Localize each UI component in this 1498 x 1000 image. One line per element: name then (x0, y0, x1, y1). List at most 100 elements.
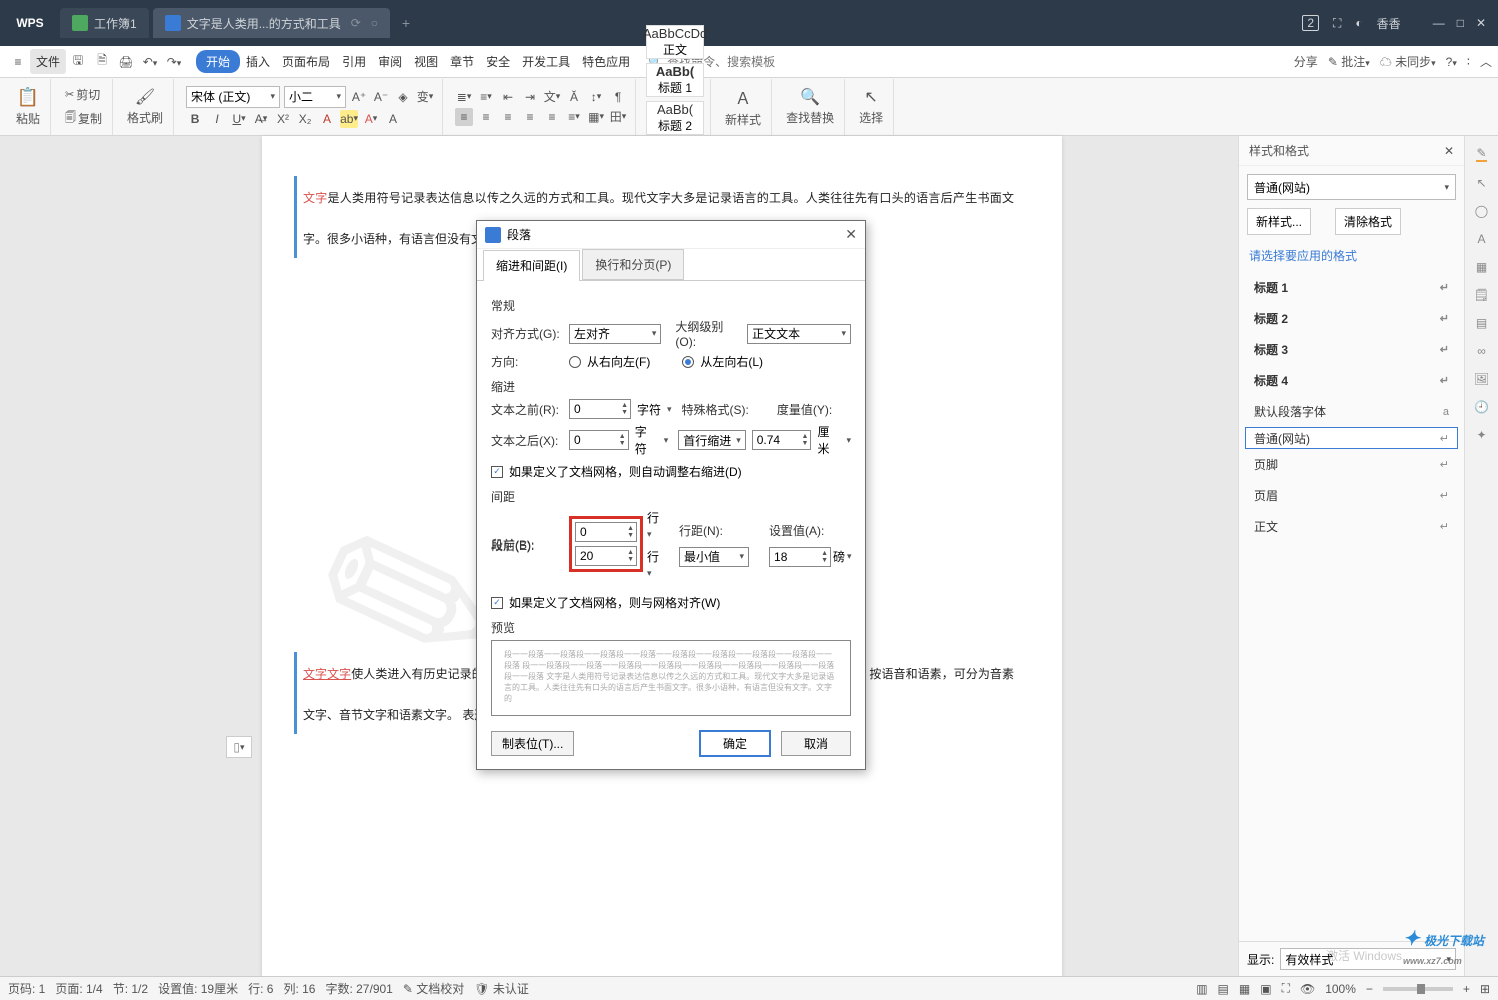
image-icon[interactable]: 🖼 (1474, 372, 1489, 386)
print-icon[interactable]: 🖨 (114, 55, 138, 69)
text-direction-icon[interactable]: 文▾ (543, 88, 561, 106)
style-heading2[interactable]: AaBb(标题 2 (646, 101, 704, 135)
menu-start[interactable]: 开始 (196, 50, 240, 73)
show-marks-icon[interactable]: ¶ (609, 88, 627, 106)
zoom-in-icon[interactable]: + (1463, 982, 1470, 996)
format-painter-button[interactable]: 🖌格式刷 (123, 85, 167, 128)
find-replace-button[interactable]: 🔍查找替换 (782, 85, 838, 128)
cancel-button[interactable]: 取消 (781, 731, 851, 756)
print-preview-icon[interactable]: 🗎 (90, 51, 114, 72)
borders-icon[interactable]: 田▾ (609, 108, 627, 126)
style-normal[interactable]: AaBbCcDd正文 (646, 25, 704, 59)
ok-button[interactable]: 确定 (699, 730, 771, 757)
help-icon[interactable]: ?▾ (1446, 55, 1457, 69)
after-text-spinner[interactable]: 0▲▼ (569, 430, 629, 450)
increase-indent-icon[interactable]: ⇥ (521, 88, 539, 106)
menu-review[interactable]: 审阅 (372, 49, 408, 74)
shading-icon[interactable]: ▦▾ (587, 108, 605, 126)
decrease-font-icon[interactable]: A⁻ (372, 88, 390, 106)
select-button[interactable]: ↖选择 (855, 85, 887, 128)
style-item-h3[interactable]: 标题 3↵ (1245, 334, 1458, 365)
align-right-icon[interactable]: ≡ (499, 108, 517, 126)
strike-icon[interactable]: A̶▾ (252, 110, 270, 128)
menu-chapter[interactable]: 章节 (444, 49, 480, 74)
style-item-body[interactable]: 正文↵ (1245, 511, 1458, 542)
highlight-icon[interactable]: ab▾ (340, 110, 358, 128)
tab-document[interactable]: 文字是人类用...的方式和工具 ⟳ ○ (153, 8, 390, 38)
menu-special[interactable]: 特色应用 (576, 49, 636, 74)
style-item-default-font[interactable]: 默认段落字体a (1245, 396, 1458, 427)
tabstop-button[interactable]: 制表位(T)... (491, 731, 574, 756)
style-heading1[interactable]: AaBb(标题 1 (646, 63, 704, 97)
copy-button[interactable]: 🗐 复制 (61, 107, 106, 130)
phonetic-icon[interactable]: 变▾ (416, 88, 434, 106)
view-print-icon[interactable]: ▥ (1196, 982, 1207, 996)
section-marker[interactable]: ▯▾ (226, 736, 252, 758)
style-item-header[interactable]: 页眉↵ (1245, 480, 1458, 511)
minimize-icon[interactable]: — (1433, 16, 1445, 30)
zoom-out-icon[interactable]: − (1366, 982, 1373, 996)
user-avatar-icon[interactable]: ◐ (1355, 16, 1362, 30)
pencil-underline-icon[interactable]: ✎ (1476, 146, 1486, 162)
bullets-icon[interactable]: ≣▾ (455, 88, 473, 106)
chevron-up-icon[interactable]: ︿ (1480, 53, 1492, 70)
align-justify-icon[interactable]: ≡ (521, 108, 539, 126)
style-item-footer[interactable]: 页脚↵ (1245, 449, 1458, 480)
measure-spinner[interactable]: 0.74▲▼ (752, 430, 812, 450)
menu-devtools[interactable]: 开发工具 (516, 49, 576, 74)
fit-icon[interactable]: ⊞ (1480, 982, 1490, 996)
bold-icon[interactable]: B (186, 110, 204, 128)
eye-icon[interactable]: 👁 (1300, 982, 1315, 996)
char-shading-icon[interactable]: A (384, 110, 402, 128)
text-icon[interactable]: A (1477, 232, 1485, 246)
maximize-icon[interactable]: □ (1457, 16, 1464, 30)
collapse-ribbon-icon[interactable]: ∶ (1467, 55, 1470, 69)
layers-icon[interactable]: ▤ (1476, 316, 1487, 330)
clear-format-icon[interactable]: ◈ (394, 88, 412, 106)
status-page[interactable]: 页面: 1/4 (55, 980, 102, 997)
menu-file[interactable]: 文件 (30, 49, 66, 74)
tool-icon[interactable]: ✦ (1476, 428, 1486, 442)
tab-close-icon[interactable]: ○ (371, 16, 378, 30)
close-icon[interactable]: ✕ (1476, 16, 1486, 30)
underline-icon[interactable]: U▾ (230, 110, 248, 128)
align-distribute-icon[interactable]: ≡ (543, 108, 561, 126)
status-setvalue[interactable]: 设置值: 19厘米 (158, 980, 238, 997)
menu-references[interactable]: 引用 (336, 49, 372, 74)
menu-security[interactable]: 安全 (480, 49, 516, 74)
link-icon[interactable]: ∞ (1477, 344, 1486, 358)
align-left-icon[interactable]: ≡ (455, 108, 473, 126)
text-effect-icon[interactable]: A (318, 110, 336, 128)
view-read-icon[interactable]: ▤ (1218, 982, 1229, 996)
font-size-select[interactable]: 小二▾ (284, 86, 346, 108)
status-words[interactable]: 字数: 27/901 (325, 980, 392, 997)
before-text-spinner[interactable]: 0▲▼ (569, 399, 631, 419)
style-item-h2[interactable]: 标题 2↵ (1245, 303, 1458, 334)
tab-indent-spacing[interactable]: 缩进和间距(I) (483, 250, 580, 281)
note-icon[interactable]: 🗒 (1474, 288, 1489, 302)
numbering-icon[interactable]: ≡▾ (477, 88, 495, 106)
font-color-icon[interactable]: A▾ (362, 110, 380, 128)
menu-comment[interactable]: ✎ 批注▾ (1328, 53, 1370, 70)
shape-icon[interactable]: ◯ (1475, 204, 1488, 218)
status-proof[interactable]: ✎ 文档校对 (403, 980, 464, 997)
before-para-spinner[interactable]: 0▲▼ (575, 522, 637, 542)
style-item-h4[interactable]: 标题 4↵ (1245, 365, 1458, 396)
undo-icon[interactable]: ↶▾ (138, 55, 162, 69)
tab-line-page-breaks[interactable]: 换行和分页(P) (582, 249, 684, 280)
sort-icon[interactable]: Ă (565, 88, 583, 106)
increase-font-icon[interactable]: A⁺ (350, 88, 368, 106)
set-value-spinner[interactable]: 18▲▼ (769, 547, 831, 567)
after-para-spinner[interactable]: 20▲▼ (575, 546, 637, 566)
cursor-icon[interactable]: ↖ (1476, 176, 1486, 190)
style-item-normal-web[interactable]: 普通(网站)↵ (1245, 427, 1458, 449)
clear-format-btn[interactable]: 清除格式 (1335, 208, 1401, 235)
line-spacing-combo[interactable]: 最小值▾ (679, 547, 749, 567)
menu-share[interactable]: 分享 (1294, 53, 1318, 70)
menu-insert[interactable]: 插入 (240, 49, 276, 74)
tab-refresh-icon[interactable]: ⟳ (351, 16, 361, 30)
new-style-button[interactable]: Ａ新样式 (721, 83, 765, 130)
menu-page-layout[interactable]: 页面布局 (276, 49, 336, 74)
zoom-slider[interactable] (1383, 987, 1453, 991)
menu-view[interactable]: 视图 (408, 49, 444, 74)
